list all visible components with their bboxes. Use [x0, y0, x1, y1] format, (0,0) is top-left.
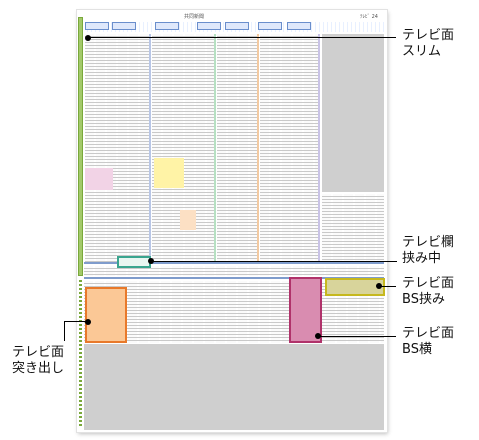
ran-basami-box: [117, 256, 151, 268]
callout-line: [151, 261, 397, 262]
callout-label-tsukidashi: テレビ面 突き出し: [12, 345, 65, 376]
listing-column: [260, 34, 318, 262]
callout-line: [380, 286, 396, 287]
listing-column: [322, 194, 384, 262]
channel-tab: [197, 22, 221, 30]
column-separator: [214, 34, 216, 262]
column-separator: [149, 34, 151, 262]
channel-tab: [85, 22, 109, 30]
callout-line: [89, 37, 396, 38]
program-highlight-box: [180, 210, 196, 230]
callout-marker: [85, 35, 91, 41]
listing-column: [85, 34, 149, 262]
page-number: ﾃﾚﾋﾞ 24: [360, 14, 378, 20]
tsukidashi-box: [85, 287, 127, 343]
channel-tab: [112, 22, 136, 30]
column-separator: [318, 34, 320, 262]
channel-tab: [258, 22, 282, 30]
slim-indicator-bar-inner: [79, 18, 82, 275]
program-highlight-box: [154, 158, 184, 188]
callout-line: [319, 336, 396, 337]
callout-line: [64, 321, 86, 322]
page-masthead: 共同新聞: [184, 14, 205, 20]
callout-label-ran-basami: テレビ欄 挟み中: [402, 235, 455, 266]
channel-tab: [155, 22, 179, 30]
channel-tab: [225, 22, 249, 30]
callout-label-bs-yoko: テレビ面 BS横: [402, 326, 455, 357]
dotted-edge: [79, 280, 82, 428]
ad-block: [84, 344, 384, 430]
program-highlight-box: [85, 168, 113, 190]
channel-tab: [287, 22, 311, 30]
callout-line: [64, 321, 65, 341]
column-separator: [257, 34, 259, 262]
callout-marker: [85, 319, 91, 325]
callout-label-bs-basami: テレビ面 BS挟み: [402, 276, 455, 307]
listing-column: [217, 34, 257, 262]
ad-block: [322, 34, 384, 192]
callout-label-slim: テレビ面 スリム: [402, 28, 455, 59]
